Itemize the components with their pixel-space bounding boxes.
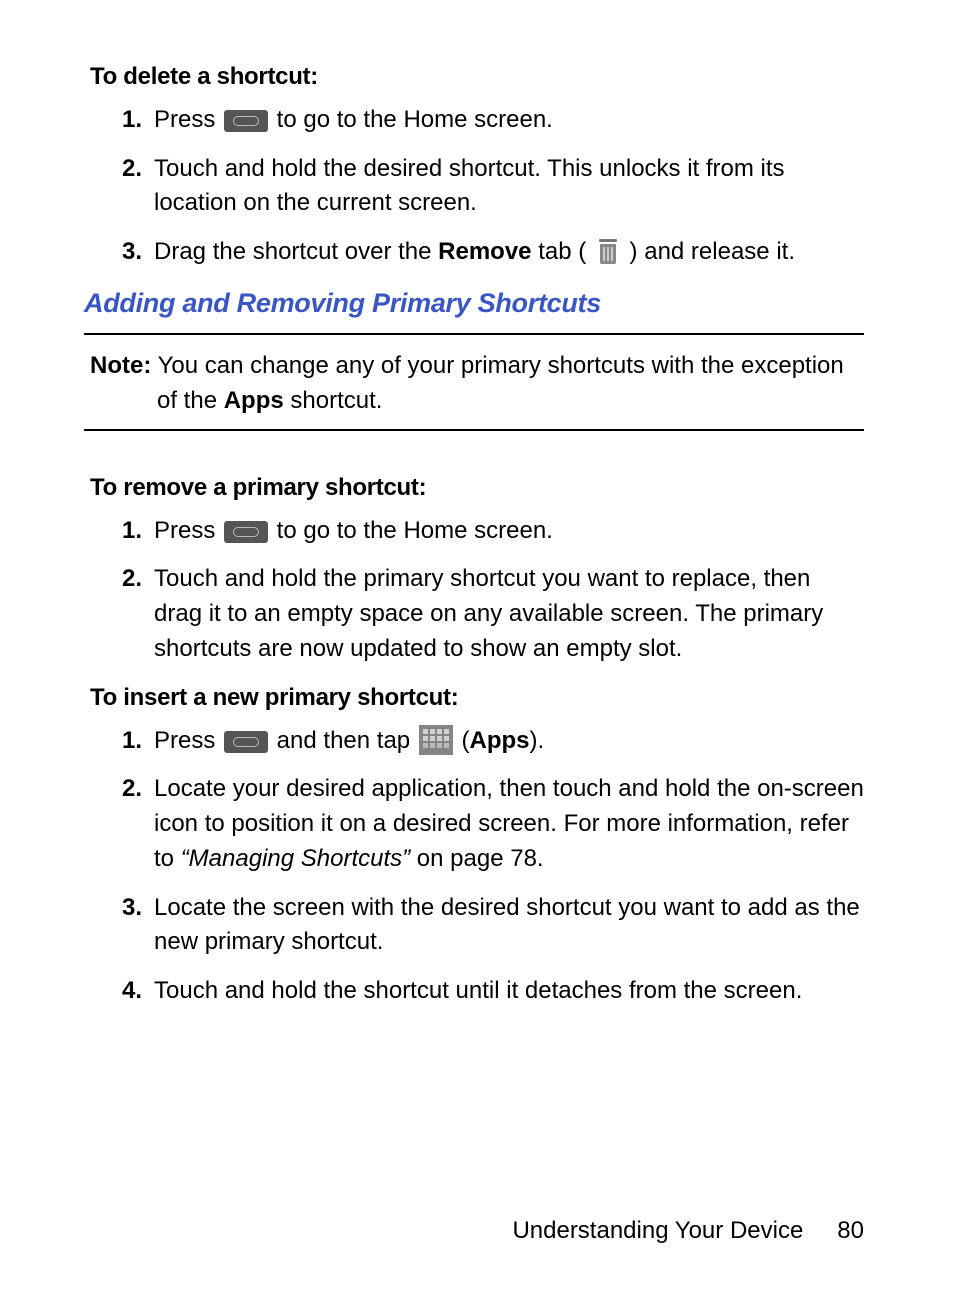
text: Press: [154, 727, 222, 754]
text: (: [455, 727, 470, 754]
text: ) and release it.: [623, 238, 795, 265]
list-item: Locate your desired application, then to…: [148, 772, 864, 876]
text: to go to the Home screen.: [270, 106, 553, 133]
divider: [84, 333, 864, 335]
list-item: Press and then tap (Apps).: [148, 724, 864, 759]
list-item: Drag the shortcut over the Remove tab ( …: [148, 235, 864, 270]
text: tab (: [532, 238, 593, 265]
list-item: Locate the screen with the desired short…: [148, 891, 864, 961]
text: ).: [529, 727, 544, 754]
text: to go to the Home screen.: [270, 517, 553, 544]
note-block: Note: You can change any of your primary…: [90, 349, 864, 419]
list-item: Touch and hold the primary shortcut you …: [148, 562, 864, 666]
footer-section: Understanding Your Device: [512, 1217, 803, 1244]
home-key-icon: [224, 731, 268, 753]
footer-page-number: 80: [837, 1217, 864, 1244]
note-label: Note:: [90, 352, 151, 379]
list-item: Touch and hold the desired shortcut. Thi…: [148, 152, 864, 222]
text: on page 78.: [410, 845, 543, 872]
text: Drag the shortcut over the: [154, 238, 438, 265]
trash-icon: [597, 239, 619, 265]
heading-delete-shortcut: To delete a shortcut:: [90, 60, 864, 95]
list-insert-primary: Press and then tap (Apps). Locate your d…: [90, 724, 864, 1010]
list-remove-primary: Press to go to the Home screen. Touch an…: [90, 514, 864, 667]
home-key-icon: [224, 110, 268, 132]
text: Press: [154, 106, 222, 133]
heading-insert-primary: To insert a new primary shortcut:: [90, 681, 864, 716]
note-text: shortcut.: [284, 387, 383, 414]
heading-primary-shortcuts: Adding and Removing Primary Shortcuts: [84, 284, 864, 323]
list-item: Touch and hold the shortcut until it det…: [148, 974, 864, 1009]
text-bold: Apps: [224, 387, 284, 414]
page-footer: Understanding Your Device 80: [512, 1214, 864, 1249]
text-bold: Apps: [469, 727, 529, 754]
text-bold: Remove: [438, 238, 531, 265]
home-key-icon: [224, 521, 268, 543]
list-item: Press to go to the Home screen.: [148, 514, 864, 549]
text: and then tap: [270, 727, 417, 754]
list-delete-shortcut: Press to go to the Home screen. Touch an…: [90, 103, 864, 270]
text: Press: [154, 517, 222, 544]
list-item: Press to go to the Home screen.: [148, 103, 864, 138]
heading-remove-primary: To remove a primary shortcut:: [90, 471, 864, 506]
divider: [84, 429, 864, 431]
text-italic: “Managing Shortcuts”: [181, 845, 410, 872]
apps-grid-icon: [419, 725, 453, 755]
